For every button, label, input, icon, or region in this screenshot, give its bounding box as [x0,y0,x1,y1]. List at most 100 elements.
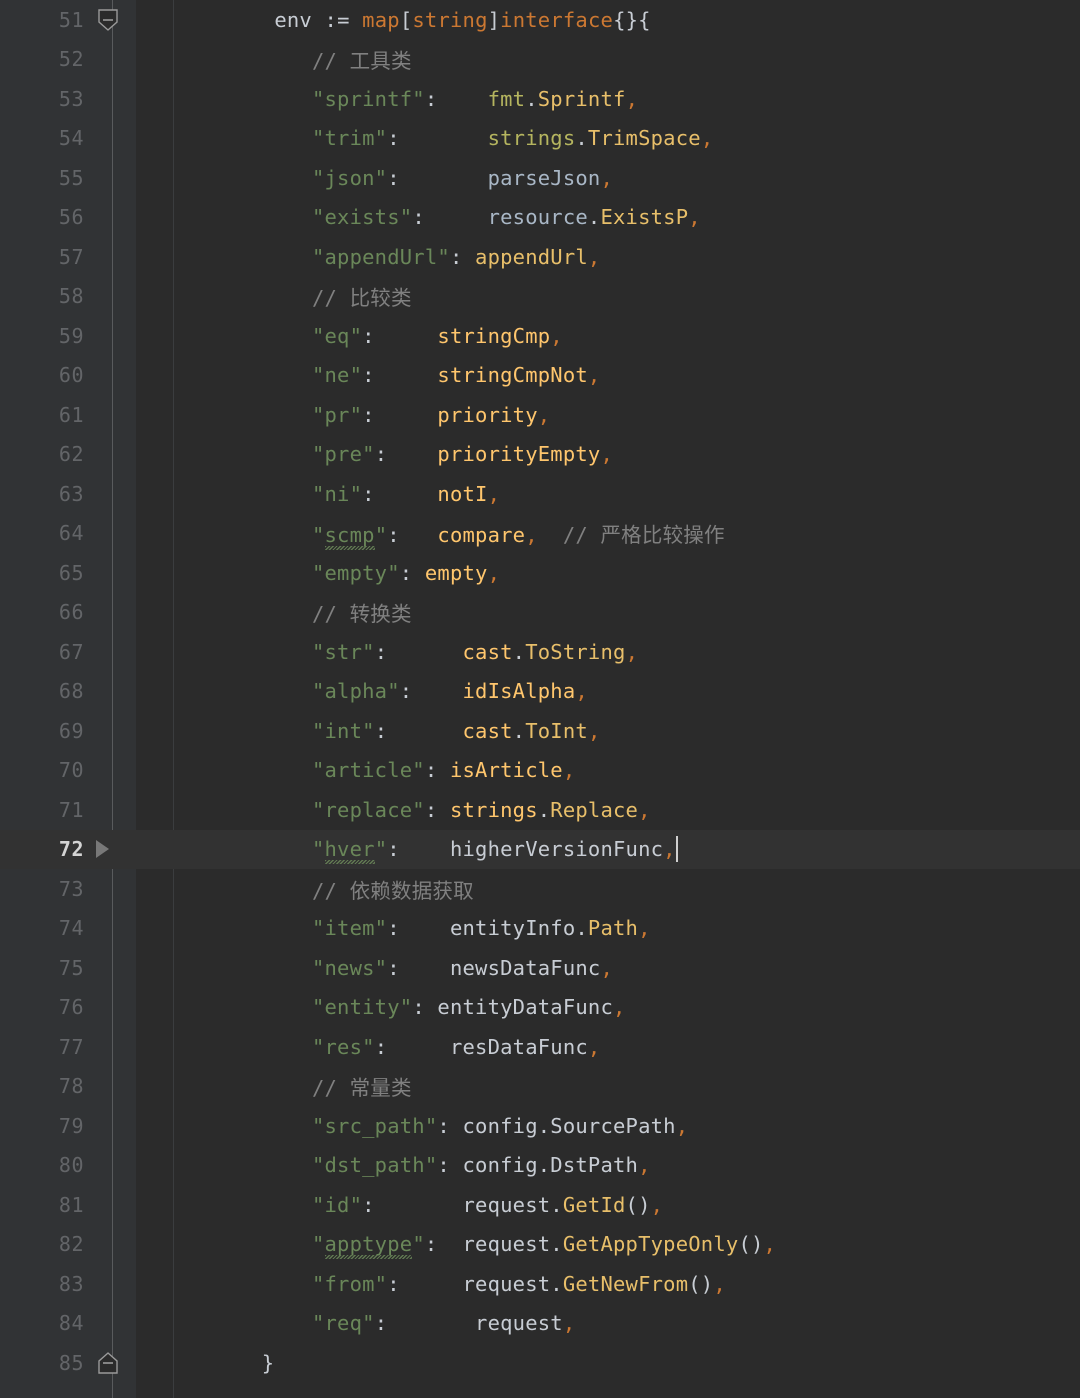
code-text[interactable]: "id": request.GetId(), [174,1193,1080,1217]
line-number[interactable]: 81 [0,1193,84,1217]
line-number[interactable]: 68 [0,679,84,703]
line-number[interactable]: 53 [0,87,84,111]
gutter-fold-column[interactable] [84,1106,174,1146]
line-number[interactable]: 79 [0,1114,84,1138]
gutter-fold-column[interactable] [84,593,174,633]
code-line[interactable]: 67 "str": cast.ToString, [0,632,1080,672]
gutter-fold-column[interactable] [84,1225,174,1265]
code-text[interactable]: "trim": strings.TrimSpace, [174,126,1080,150]
line-number[interactable]: 64 [0,521,84,545]
gutter-fold-column[interactable] [84,158,174,198]
code-line[interactable]: 78 // 常量类 [0,1067,1080,1107]
code-line[interactable]: 52 // 工具类 [0,40,1080,80]
gutter-fold-column[interactable] [84,0,174,40]
line-number[interactable]: 76 [0,995,84,1019]
line-number[interactable]: 85 [0,1351,84,1375]
fold-collapse-icon[interactable] [97,8,119,32]
gutter-fold-column[interactable] [84,1067,174,1107]
line-number[interactable]: 55 [0,166,84,190]
code-line[interactable]: 70 "article": isArticle, [0,751,1080,791]
code-line[interactable]: 85 } [0,1343,1080,1383]
line-number[interactable]: 83 [0,1272,84,1296]
code-line[interactable]: 66 // 转换类 [0,593,1080,633]
gutter-fold-column[interactable] [84,751,174,791]
gutter-fold-column[interactable] [84,1304,174,1344]
code-line[interactable]: 76 "entity": entityDataFunc, [0,988,1080,1028]
code-text[interactable]: "pr": priority, [174,403,1080,427]
code-line[interactable]: 82 "apptype": request.GetAppTypeOnly(), [0,1225,1080,1265]
code-text[interactable]: "replace": strings.Replace, [174,798,1080,822]
gutter-fold-column[interactable] [84,1027,174,1067]
code-text[interactable]: "scmp": compare, // 严格比较操作 [174,518,1080,548]
gutter-fold-column[interactable] [84,79,174,119]
code-text[interactable]: "pre": priorityEmpty, [174,442,1080,466]
line-number[interactable]: 66 [0,600,84,624]
line-number[interactable]: 75 [0,956,84,980]
gutter-fold-column[interactable] [84,1185,174,1225]
gutter-fold-column[interactable] [84,435,174,475]
code-text[interactable]: "dst_path": config.DstPath, [174,1153,1080,1177]
code-line[interactable]: 75 "news": newsDataFunc, [0,948,1080,988]
gutter-fold-column[interactable] [84,790,174,830]
code-line[interactable]: 58 // 比较类 [0,277,1080,317]
code-line[interactable]: 74 "item": entityInfo.Path, [0,909,1080,949]
code-line[interactable]: 77 "res": resDataFunc, [0,1027,1080,1067]
gutter-fold-column[interactable] [84,1146,174,1186]
code-line[interactable]: 60 "ne": stringCmpNot, [0,356,1080,396]
line-number[interactable]: 57 [0,245,84,269]
code-line[interactable]: 73 // 依赖数据获取 [0,869,1080,909]
fold-end-icon[interactable] [97,1351,119,1375]
code-text[interactable]: "sprintf": fmt.Sprintf, [174,87,1080,111]
line-number[interactable]: 74 [0,916,84,940]
gutter-fold-column[interactable] [84,553,174,593]
code-line[interactable]: 53 "sprintf": fmt.Sprintf, [0,79,1080,119]
gutter-fold-column[interactable] [84,198,174,238]
code-line[interactable]: 59 "eq": stringCmp, [0,316,1080,356]
gutter-fold-column[interactable] [84,869,174,909]
code-line[interactable]: 84 "req": request, [0,1304,1080,1344]
line-number[interactable]: 77 [0,1035,84,1059]
line-number[interactable]: 72 [0,837,84,861]
code-line-current[interactable]: 72 "hver": higherVersionFunc, [0,830,1080,870]
line-number[interactable]: 80 [0,1153,84,1177]
gutter-fold-column[interactable] [84,1343,174,1383]
code-line[interactable]: 62 "pre": priorityEmpty, [0,435,1080,475]
line-number[interactable]: 82 [0,1232,84,1256]
code-line[interactable]: 57 "appendUrl": appendUrl, [0,237,1080,277]
code-text[interactable]: "exists": resource.ExistsP, [174,205,1080,229]
line-number[interactable]: 71 [0,798,84,822]
code-line[interactable]: 61 "pr": priority, [0,395,1080,435]
code-line[interactable]: 79 "src_path": config.SourcePath, [0,1106,1080,1146]
code-line[interactable]: 54 "trim": strings.TrimSpace, [0,119,1080,159]
code-line[interactable]: 51 env := map[string]interface{}{ [0,0,1080,40]
code-text[interactable]: "req": request, [174,1311,1080,1335]
code-line[interactable]: 83 "from": request.GetNewFrom(), [0,1264,1080,1304]
run-triangle-icon[interactable] [96,840,109,858]
code-text[interactable]: "int": cast.ToInt, [174,719,1080,743]
code-text[interactable]: "ne": stringCmpNot, [174,363,1080,387]
gutter-fold-column[interactable] [84,119,174,159]
line-number[interactable]: 58 [0,284,84,308]
code-text[interactable]: // 依赖数据获取 [174,874,1080,904]
code-text[interactable]: "hver": higherVersionFunc, [174,836,1080,862]
gutter-fold-column[interactable] [84,474,174,514]
line-number[interactable]: 70 [0,758,84,782]
gutter-fold-column[interactable] [84,988,174,1028]
code-editor[interactable]: 51 env := map[string]interface{}{52 // 工… [0,0,1080,1398]
code-text[interactable]: "item": entityInfo.Path, [174,916,1080,940]
code-line[interactable]: 68 "alpha": idIsAlpha, [0,672,1080,712]
code-line[interactable]: 69 "int": cast.ToInt, [0,711,1080,751]
gutter-fold-column[interactable] [84,948,174,988]
code-text[interactable]: "src_path": config.SourcePath, [174,1114,1080,1138]
code-text[interactable]: "ni": notI, [174,482,1080,506]
code-text[interactable]: "res": resDataFunc, [174,1035,1080,1059]
gutter-fold-column[interactable] [84,909,174,949]
gutter-fold-column[interactable] [84,711,174,751]
gutter-fold-column[interactable] [84,1264,174,1304]
code-text[interactable]: "from": request.GetNewFrom(), [174,1272,1080,1296]
line-number[interactable]: 59 [0,324,84,348]
line-number[interactable]: 78 [0,1074,84,1098]
line-number[interactable]: 73 [0,877,84,901]
code-text[interactable]: "empty": empty, [174,561,1080,585]
code-text[interactable]: "article": isArticle, [174,758,1080,782]
